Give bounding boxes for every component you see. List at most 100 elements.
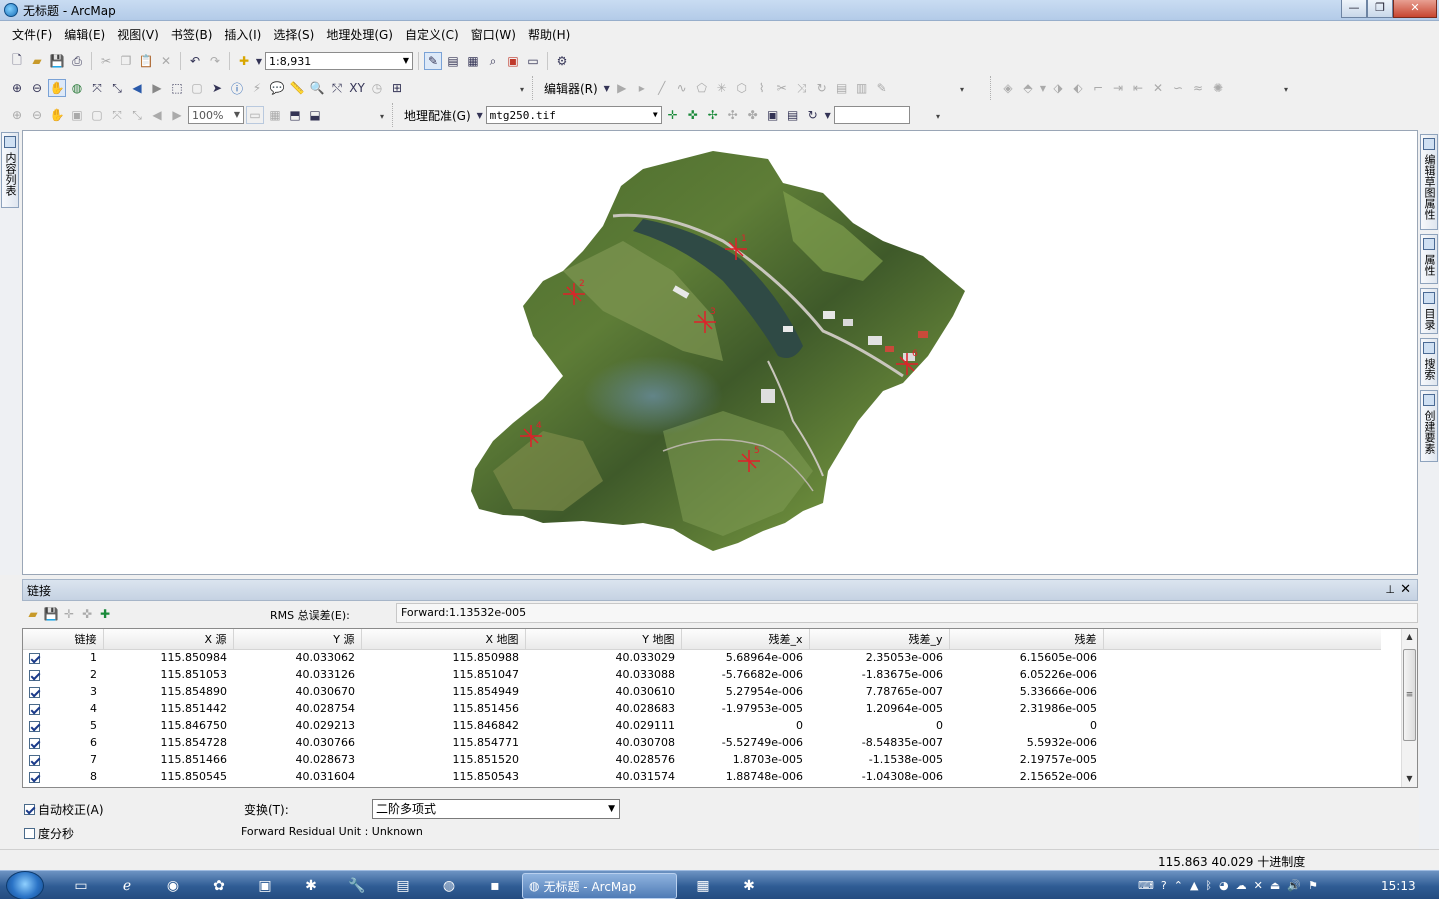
chevron-down-icon[interactable]: ▼ bbox=[603, 79, 611, 97]
table-row[interactable]: 2 115.851053 40.033126 115.851047 40.033088 -… bbox=[23, 666, 1381, 683]
link-enabled-checkbox[interactable] bbox=[29, 771, 40, 783]
time-slider-icon[interactable]: ◷ bbox=[368, 79, 386, 97]
link-enabled-checkbox[interactable] bbox=[29, 703, 40, 715]
sketch-properties-icon[interactable]: ▥ bbox=[853, 79, 871, 97]
catalog-icon[interactable]: ▦ bbox=[464, 52, 482, 70]
generalize-icon[interactable]: ∽ bbox=[1169, 79, 1187, 97]
start-button[interactable] bbox=[6, 871, 44, 899]
table-row[interactable]: 4 115.851442 40.028754 115.851456 40.028683 -… bbox=[23, 700, 1381, 717]
table-row[interactable]: 1 115.850984 40.033062 115.850988 40.033029 5… bbox=[23, 649, 1381, 666]
attributes-icon[interactable]: ▤ bbox=[833, 79, 851, 97]
extend-icon[interactable]: ⇥ bbox=[1109, 79, 1127, 97]
qq-icon[interactable]: ◕ bbox=[1219, 879, 1229, 892]
explorer-icon[interactable]: ▭ bbox=[66, 875, 96, 897]
table-row[interactable]: 5 115.846750 40.029213 115.846842 40.029111 0… bbox=[23, 717, 1381, 734]
bluetooth-icon[interactable]: ᛒ bbox=[1205, 879, 1212, 892]
map-scale-combo[interactable]: 1:8,931 ▼ bbox=[265, 52, 413, 70]
auto-adjust-links-icon[interactable]: ✛ bbox=[60, 605, 78, 623]
attributes-tab[interactable]: 属性 bbox=[1420, 234, 1438, 284]
green-app-icon[interactable]: ✱ bbox=[296, 875, 326, 897]
dms-checkbox[interactable] bbox=[24, 828, 35, 839]
edit-vertices-icon[interactable]: ⬡ bbox=[733, 79, 751, 97]
minimize-button[interactable]: — bbox=[1341, 0, 1367, 18]
straight-segment-icon[interactable]: ╱ bbox=[653, 79, 671, 97]
edit-annotation-icon[interactable]: ▸ bbox=[633, 79, 651, 97]
layout-zoom-in-icon[interactable]: ⊕ bbox=[8, 106, 26, 124]
scroll-thumb[interactable]: ≡ bbox=[1403, 649, 1416, 741]
split-icon[interactable]: ⤨ bbox=[793, 79, 811, 97]
open-folder-icon[interactable]: ▰ bbox=[28, 52, 46, 70]
point-icon[interactable]: ✳ bbox=[713, 79, 731, 97]
menu-selection[interactable]: 选择(S) bbox=[267, 23, 320, 47]
editor-menu[interactable]: 编辑器(R) bbox=[541, 80, 601, 97]
scale-georef-icon[interactable]: ✤ bbox=[744, 106, 762, 124]
pycharm-icon[interactable]: ▪ bbox=[480, 875, 510, 897]
reshape-icon[interactable]: ⌇ bbox=[753, 79, 771, 97]
transformation-select[interactable]: 二阶多项式 ▼ bbox=[372, 799, 620, 819]
view-link-table-icon[interactable]: ▤ bbox=[784, 106, 802, 124]
add-link-icon[interactable]: ✚ bbox=[96, 605, 114, 623]
layout-fixed-out-icon[interactable]: ⤡ bbox=[128, 106, 146, 124]
rotate-dropdown-icon[interactable]: ↻ bbox=[804, 106, 822, 124]
zoom-out-icon[interactable]: ⊖ bbox=[28, 79, 46, 97]
fixed-zoom-out-icon[interactable]: ⤡ bbox=[108, 79, 126, 97]
link-enabled-checkbox[interactable] bbox=[29, 737, 40, 749]
taskbar-green-icon[interactable]: ✱ bbox=[734, 875, 764, 897]
zoom-whole-page-icon[interactable]: ▣ bbox=[68, 106, 86, 124]
line-intersection-icon[interactable]: ✕ bbox=[1149, 79, 1167, 97]
menu-geoprocessing[interactable]: 地理处理(G) bbox=[320, 23, 399, 47]
viewer-window-icon[interactable]: ⊞ bbox=[388, 79, 406, 97]
chevron-down-icon[interactable]: ▼ bbox=[1039, 79, 1047, 97]
select-elements-icon[interactable]: ➤ bbox=[208, 79, 226, 97]
paste-icon[interactable]: 📋 bbox=[137, 52, 155, 70]
search-tab[interactable]: 搜索 bbox=[1420, 338, 1438, 386]
table-of-contents-tab[interactable]: 内容列表 bbox=[1, 132, 19, 208]
volume-icon[interactable]: 🔊 bbox=[1287, 879, 1301, 892]
network-app-icon[interactable]: ▣ bbox=[250, 875, 280, 897]
hyperlink-icon[interactable]: ⚡ bbox=[248, 79, 266, 97]
zoom-in-icon[interactable]: ⊕ bbox=[8, 79, 26, 97]
fixed-zoom-in-icon[interactable]: ⤧ bbox=[88, 79, 106, 97]
pan-hand-icon[interactable]: ✋ bbox=[48, 79, 66, 97]
globe-app-icon[interactable]: ◍ bbox=[434, 875, 464, 897]
help-icon[interactable]: ? bbox=[1161, 879, 1167, 892]
menu-view[interactable]: 视图(V) bbox=[111, 23, 165, 47]
remote-app-icon[interactable]: ▤ bbox=[388, 875, 418, 897]
col-y-map[interactable]: Y 地图 bbox=[525, 629, 682, 650]
spatial-adjust-icon[interactable]: ⬗ bbox=[1049, 79, 1067, 97]
go-to-xy-icon[interactable]: XY bbox=[348, 79, 366, 97]
delete-icon[interactable]: ✕ bbox=[157, 52, 175, 70]
auto-adjust-checkbox[interactable] bbox=[24, 804, 35, 815]
clear-selection-icon[interactable]: ▢ bbox=[188, 79, 206, 97]
table-of-contents-icon[interactable]: ▤ bbox=[444, 52, 462, 70]
menu-edit[interactable]: 编辑(E) bbox=[58, 23, 111, 47]
chevron-down-icon[interactable]: ▼ bbox=[255, 52, 263, 70]
table-row[interactable]: 6 115.854728 40.030766 115.854771 40.030708 -… bbox=[23, 734, 1381, 751]
link-enabled-checkbox[interactable] bbox=[29, 652, 40, 664]
taskbar-app-icon[interactable]: ▦ bbox=[688, 875, 718, 897]
menu-insert[interactable]: 插入(I) bbox=[218, 23, 267, 47]
find-icon[interactable]: 🔍 bbox=[308, 79, 326, 97]
zoom-percent-combo[interactable]: 100% ▼ bbox=[188, 106, 244, 124]
col-x-map[interactable]: X 地图 bbox=[361, 629, 526, 650]
rotate-georef-icon[interactable]: ✢ bbox=[704, 106, 722, 124]
editor-toolbar-icon[interactable]: ✎ bbox=[424, 52, 442, 70]
network-icon[interactable]: ✕ bbox=[1254, 879, 1263, 892]
search-window-icon[interactable]: ⌕ bbox=[484, 52, 502, 70]
trim-icon[interactable]: ⇤ bbox=[1129, 79, 1147, 97]
auto-registration-icon[interactable]: ✜ bbox=[684, 106, 702, 124]
cut-icon[interactable]: ✂ bbox=[97, 52, 115, 70]
layout-back-icon[interactable]: ◀ bbox=[148, 106, 166, 124]
edit-tool-icon[interactable]: ▶ bbox=[613, 79, 631, 97]
find-route-icon[interactable]: ⤲ bbox=[328, 79, 346, 97]
dms-option[interactable]: 度分秒 bbox=[24, 825, 74, 842]
advanced-edit-icon[interactable]: ⬘ bbox=[1019, 79, 1037, 97]
layout-pan-icon[interactable]: ✋ bbox=[48, 106, 66, 124]
delete-link-icon[interactable]: ✜ bbox=[78, 605, 96, 623]
measure-icon[interactable]: 📏 bbox=[288, 79, 306, 97]
layout-fixed-in-icon[interactable]: ⤧ bbox=[108, 106, 126, 124]
keyboard-icon[interactable]: ⌨ bbox=[1138, 879, 1154, 892]
pin-icon[interactable]: ⊥ bbox=[1385, 583, 1395, 596]
redo-icon[interactable]: ↷ bbox=[206, 52, 224, 70]
col-link-id[interactable]: 链接 bbox=[23, 629, 104, 650]
